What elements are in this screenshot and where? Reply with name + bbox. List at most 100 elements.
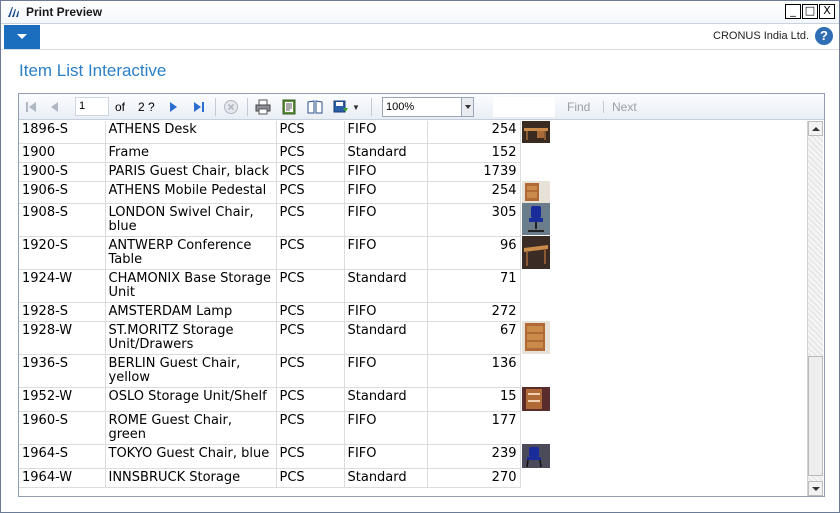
page-title: Item List Interactive: [19, 61, 167, 80]
inventory-cell: 1739: [427, 162, 521, 182]
item-description-line: ATHENS Desk: [108, 122, 197, 137]
title-bar: Print Preview _ □ X: [1, 1, 839, 24]
last-page-icon: [194, 102, 204, 112]
minimize-button[interactable]: _: [785, 4, 801, 19]
item-description-line: ANTWERP Conference: [108, 237, 252, 253]
unit-of-measure-cell: PCS: [276, 302, 345, 322]
costing-method-cell: Standard: [344, 143, 428, 163]
last-page-button[interactable]: [191, 94, 207, 120]
find-input[interactable]: [493, 97, 555, 117]
item-no-cell: 1900: [19, 143, 106, 163]
unit-of-measure-cell: PCS: [276, 387, 345, 412]
picture-cell: [520, 321, 550, 354]
item-description-line: TOKYO Guest Chair, blue: [108, 445, 270, 461]
table-row: 1964-W INNSBRUCK Storage PCS Standard 270: [19, 468, 550, 488]
inventory-cell: 177: [427, 411, 521, 445]
next-page-button[interactable]: [165, 94, 181, 120]
item-description-cell: ATHENS Desk: [105, 121, 277, 144]
costing-method-cell: Standard: [344, 468, 428, 488]
total-pages-label: 2 ?: [138, 100, 155, 114]
item-description-line: blue: [108, 218, 137, 234]
find-button[interactable]: Find: [567, 94, 590, 120]
scroll-up-icon[interactable]: [808, 121, 823, 136]
find-next-button[interactable]: Next: [612, 94, 637, 120]
scroll-down-icon[interactable]: [808, 481, 823, 496]
item-description-line: OSLO Storage Unit/Shelf: [108, 388, 267, 404]
table-row: 1924-W CHAMONIX Base Storage Unit PCS Standa…: [19, 269, 550, 303]
window-controls: _ □ X: [785, 4, 835, 19]
application-menu-button[interactable]: [4, 25, 40, 49]
inventory-cell: 136: [427, 354, 521, 388]
next-page-icon: [170, 102, 177, 112]
picture-cell: [520, 162, 550, 181]
item-description-cell: ANTWERP Conference Table: [105, 236, 277, 270]
previous-page-button[interactable]: [47, 94, 63, 120]
picture-cell: [520, 444, 550, 468]
previous-page-icon: [51, 102, 58, 112]
unit-of-measure-cell: PCS: [276, 181, 345, 204]
item-description-line: PARIS Guest Chair, black: [108, 163, 269, 179]
item-description-cell: CHAMONIX Base Storage Unit: [105, 269, 277, 303]
inventory-cell: 71: [427, 269, 521, 303]
unit-of-measure-cell: PCS: [276, 121, 345, 144]
item-description-cell: INNSBRUCK Storage: [105, 468, 277, 488]
picture-cell: [520, 302, 550, 321]
item-description-line: ATHENS Mobile Pedestal: [108, 182, 267, 198]
item-no-cell: 1928-S: [19, 302, 106, 322]
picture-cell: [520, 387, 550, 411]
costing-method-cell: FIFO: [344, 121, 428, 144]
table-picture: [521, 236, 550, 269]
print-button[interactable]: [255, 94, 271, 120]
current-page-input[interactable]: 1: [75, 97, 109, 116]
picture-cell: [520, 269, 550, 302]
toolbar-separator: [247, 98, 248, 116]
item-description-cell: AMSTERDAM Lamp: [105, 302, 277, 322]
table-row: 1906-S ATHENS Mobile Pedestal PCS FIFO 254: [19, 181, 550, 204]
item-no-cell: 1906-S: [19, 181, 106, 204]
inventory-cell: 239: [427, 444, 521, 469]
scroll-thumb[interactable]: [808, 356, 823, 476]
table-row: 1936-S BERLIN Guest Chair, yellow PCS FIFO 13…: [19, 354, 550, 388]
table-row: 1928-W ST.MORITZ Storage Unit/Drawers PCS St…: [19, 321, 550, 355]
item-description-line: yellow: [108, 369, 151, 385]
stop-button[interactable]: [223, 94, 239, 120]
inventory-cell: 270: [427, 468, 521, 488]
item-description-cell: ST.MORITZ Storage Unit/Drawers: [105, 321, 277, 355]
inventory-cell: 67: [427, 321, 521, 355]
close-button[interactable]: X: [819, 4, 835, 19]
of-label: of: [115, 100, 126, 114]
vertical-scrollbar[interactable]: [807, 121, 823, 496]
first-page-button[interactable]: [23, 94, 39, 120]
inventory-cell: 254: [427, 181, 521, 204]
costing-method-cell: FIFO: [344, 181, 428, 204]
item-description-cell: OSLO Storage Unit/Shelf: [105, 387, 277, 412]
unit-of-measure-cell: PCS: [276, 354, 345, 388]
item-description-line: INNSBRUCK Storage: [108, 469, 241, 485]
costing-method-cell: FIFO: [344, 236, 428, 270]
toolbar-separator: [371, 98, 372, 116]
export-button[interactable]: ▼: [333, 94, 360, 120]
page-setup-button[interactable]: [281, 94, 297, 120]
drawers-picture: [521, 321, 550, 354]
item-no-cell: 1924-W: [19, 269, 106, 303]
desk-picture: [521, 121, 550, 143]
report-content: 1896-S ATHENS Desk PCS FIFO 254 1900 Frame PCS S…: [19, 121, 808, 496]
item-description-cell: BERLIN Guest Chair, yellow: [105, 354, 277, 388]
print-layout-button[interactable]: [307, 94, 323, 120]
help-icon[interactable]: ?: [815, 27, 833, 45]
costing-method-cell: FIFO: [344, 354, 428, 388]
item-no-cell: 1964-W: [19, 468, 106, 488]
chevron-down-icon[interactable]: [461, 98, 473, 116]
table-row: 1908-S LONDON Swivel Chair, blue PCS FIFO 305: [19, 203, 550, 237]
item-description-cell: TOKYO Guest Chair, blue: [105, 444, 277, 469]
export-dropdown-icon[interactable]: ▼: [352, 103, 360, 112]
costing-method-cell: FIFO: [344, 162, 428, 182]
item-description-cell: PARIS Guest Chair, black: [105, 162, 277, 182]
export-icon: [333, 100, 348, 113]
maximize-button[interactable]: □: [802, 4, 818, 19]
zoom-select[interactable]: 100%: [382, 97, 474, 117]
costing-method-cell: FIFO: [344, 302, 428, 322]
inventory-cell: 152: [427, 143, 521, 163]
item-description-line: CHAMONIX Base Storage: [108, 270, 271, 286]
item-description-line: AMSTERDAM Lamp: [108, 303, 233, 319]
